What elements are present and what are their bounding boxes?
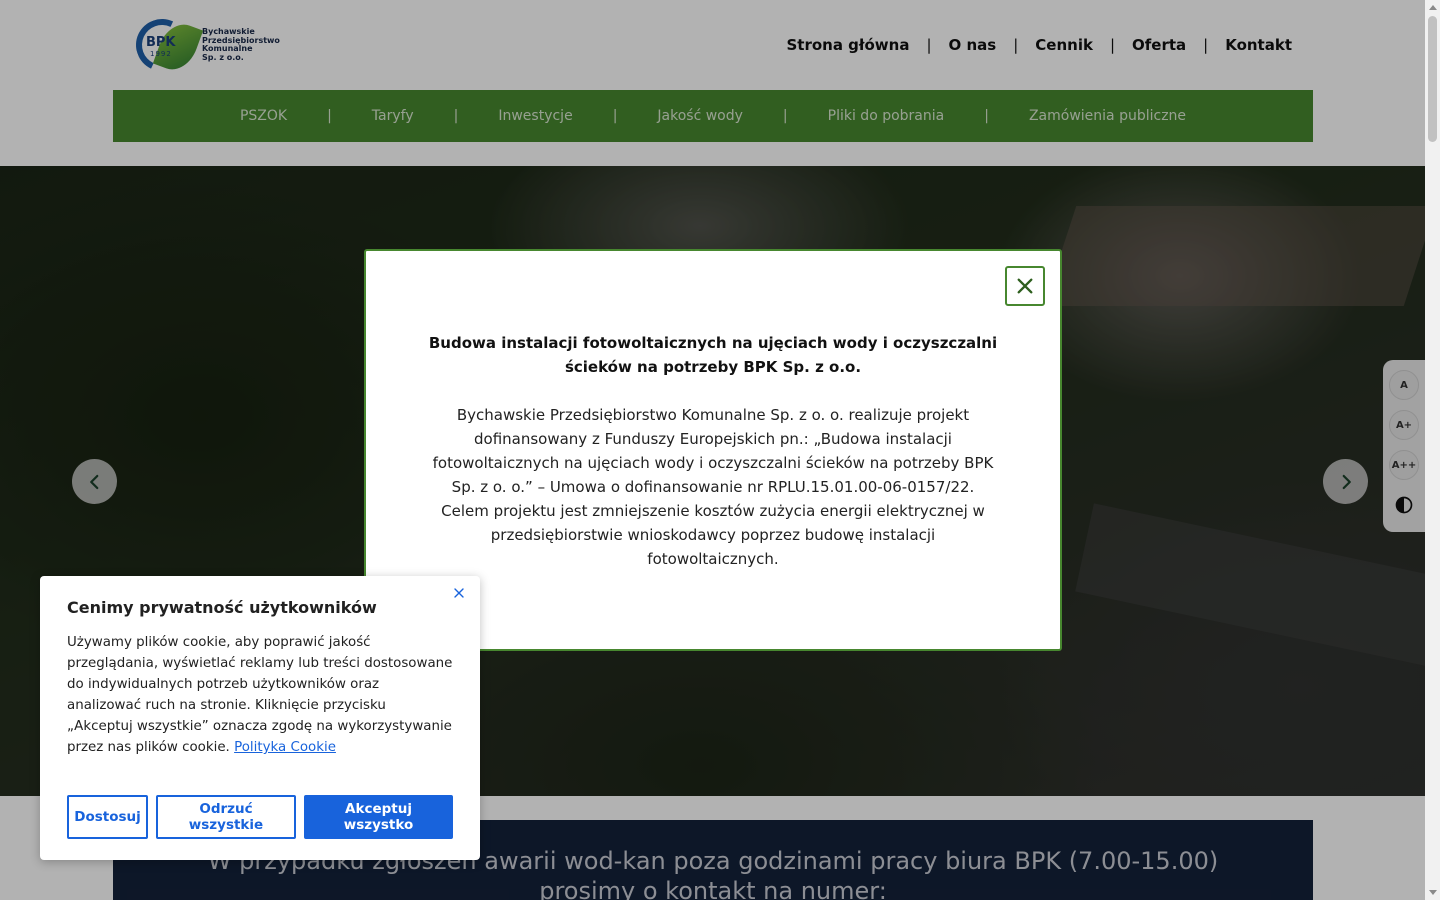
scroll-down-arrow-icon[interactable] [1429,890,1437,895]
modal-title: Budowa instalacji fotowoltaicznych na uj… [428,334,998,376]
cookie-reject-button[interactable]: Odrzuć wszystkie [156,795,296,839]
cookie-accept-button[interactable]: Akceptuj wszystko [304,795,453,839]
cookie-policy-link[interactable]: Polityka Cookie [234,740,336,755]
cookie-consent-banner: Cenimy prywatność użytkowników Używamy p… [40,576,480,860]
cookie-description: Używamy plików cookie, aby poprawić jako… [67,632,453,758]
scrollbar-thumb[interactable] [1428,16,1437,142]
cookie-title: Cenimy prywatność użytkowników [67,598,377,617]
cookie-actions: Dostosuj Odrzuć wszystkie Akceptuj wszys… [67,795,453,839]
modal-close-button[interactable] [1005,266,1045,306]
page-scrollbar[interactable] [1425,0,1440,900]
scroll-up-arrow-icon[interactable] [1429,5,1437,10]
close-icon [1017,278,1033,294]
cookie-close-icon[interactable] [452,586,466,600]
cookie-description-text: Używamy plików cookie, aby poprawić jako… [67,635,453,755]
cookie-customize-button[interactable]: Dostosuj [67,795,148,839]
modal-body-text: Bychawskie Przedsiębiorstwo Komunalne Sp… [432,406,994,568]
